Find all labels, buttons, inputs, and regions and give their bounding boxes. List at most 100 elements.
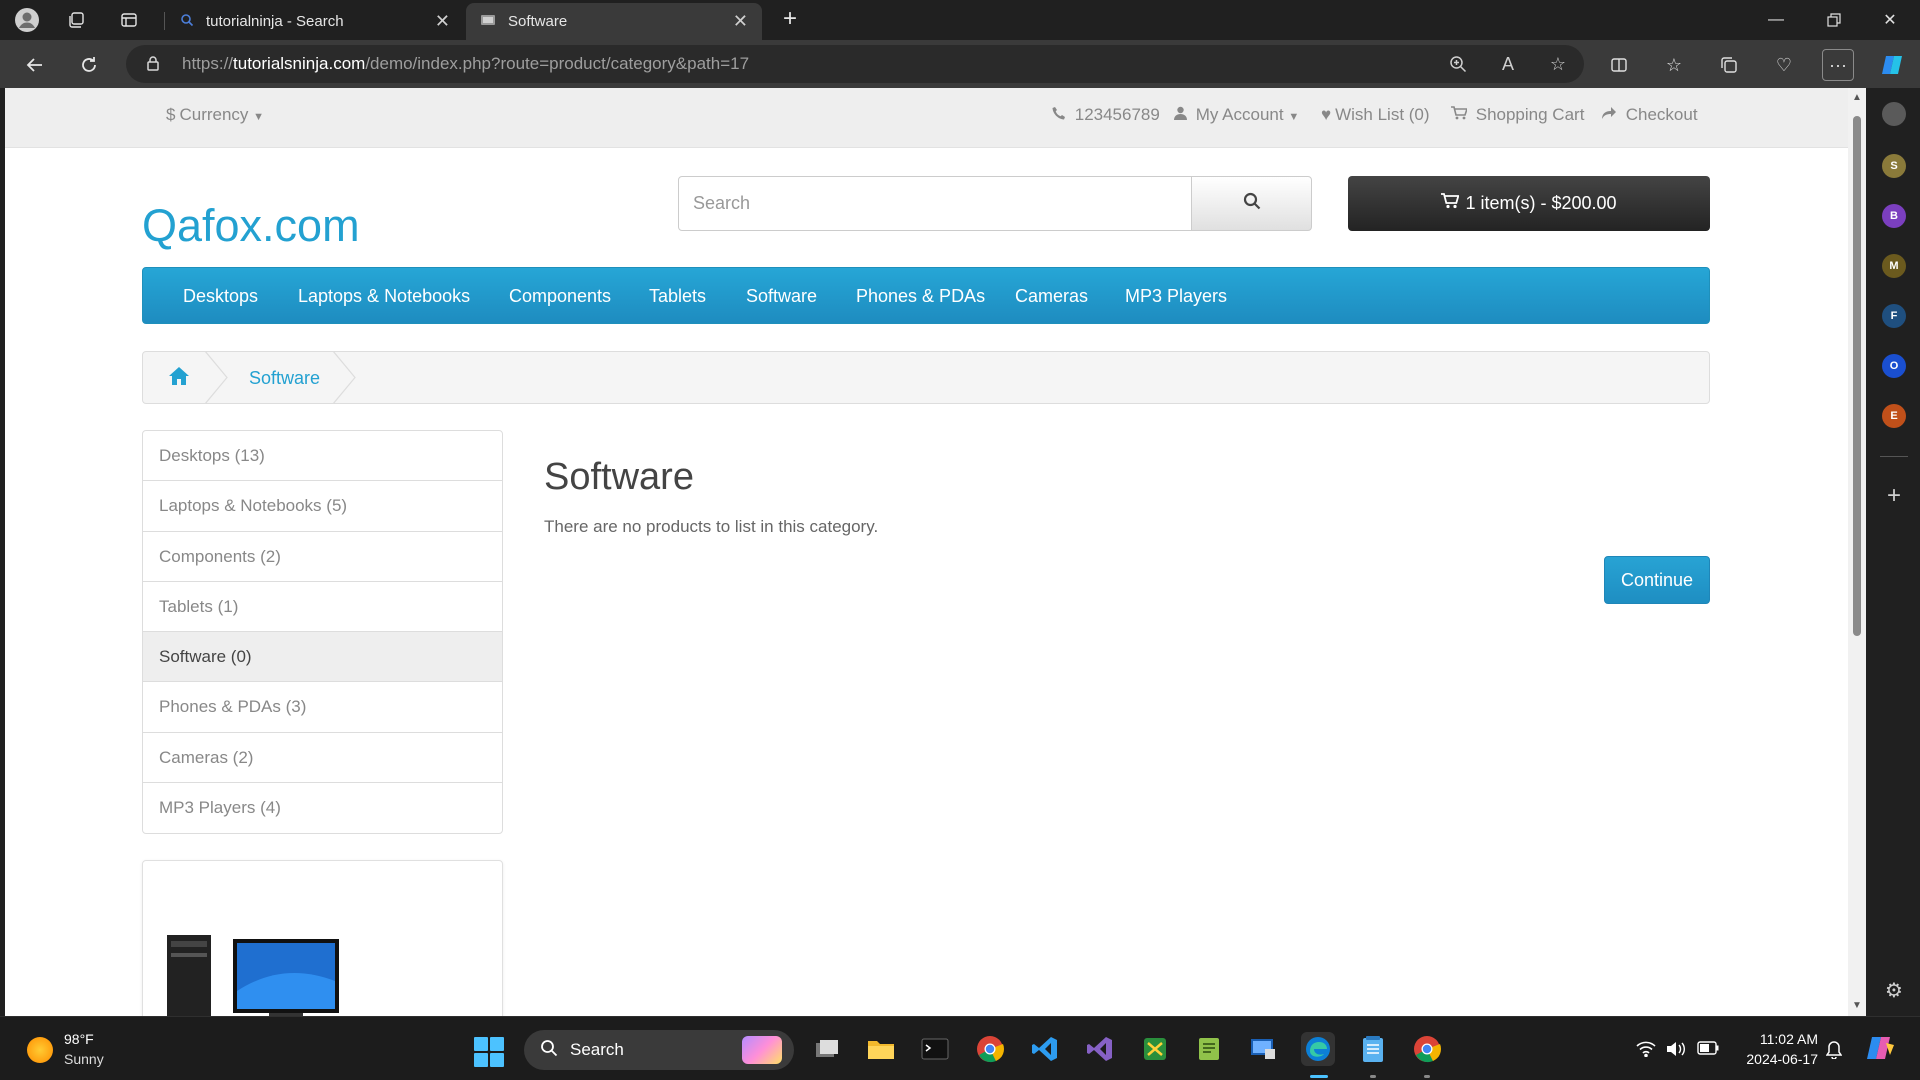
category-mp3[interactable]: MP3 Players (4) — [143, 783, 502, 833]
browser-essentials-icon[interactable]: ♡ — [1768, 49, 1800, 81]
lock-icon[interactable] — [146, 55, 162, 74]
start-button[interactable] — [474, 1037, 504, 1067]
category-list: Desktops (13) Laptops & Notebooks (5) Co… — [142, 430, 503, 835]
sidebar-app-o[interactable]: O — [1882, 354, 1906, 378]
url-field[interactable]: https://tutorialsninja.com/demo/index.ph… — [126, 45, 1584, 83]
store-logo[interactable]: Qafox.com — [142, 200, 360, 252]
read-aloud-icon[interactable]: A — [1495, 51, 1521, 77]
sidebar-app-e[interactable]: E — [1882, 404, 1906, 428]
visual-studio-icon[interactable] — [1083, 1032, 1117, 1066]
task-view-icon[interactable] — [810, 1032, 844, 1066]
menu-item-cameras[interactable]: Cameras — [1015, 286, 1088, 307]
edge-icon[interactable] — [1301, 1032, 1335, 1066]
chrome-dev-icon[interactable] — [1410, 1032, 1444, 1066]
continue-button[interactable]: Continue — [1604, 556, 1710, 604]
weather-description[interactable]: Sunny — [64, 1051, 104, 1067]
remote-desktop-icon[interactable] — [1246, 1032, 1280, 1066]
sidebar-settings-icon[interactable]: ⚙ — [1880, 978, 1908, 1003]
sidebar-app-f[interactable]: F — [1882, 304, 1906, 328]
menu-item-desktops[interactable]: Desktops — [183, 286, 258, 307]
volume-icon[interactable] — [1666, 1041, 1686, 1062]
refresh-icon[interactable] — [74, 50, 104, 80]
wish-list-link[interactable]: ♥ Wish List (0) — [1321, 105, 1430, 125]
chrome-icon[interactable] — [973, 1032, 1007, 1066]
home-icon[interactable] — [168, 366, 190, 388]
phone-link[interactable]: 123456789 — [1052, 105, 1160, 125]
menu-item-software[interactable]: Software — [746, 286, 817, 307]
add-sidebar-app-icon[interactable]: + — [1880, 482, 1908, 510]
workspaces-icon[interactable] — [63, 7, 89, 33]
shopping-cart-link[interactable]: Shopping Cart — [1451, 105, 1584, 125]
scroll-down-icon[interactable]: ▼ — [1851, 1000, 1863, 1011]
copilot-icon[interactable] — [1876, 49, 1908, 81]
page-scrollbar[interactable]: ▲ ▼ — [1848, 88, 1866, 1016]
menu-item-laptops[interactable]: Laptops & Notebooks — [298, 286, 470, 307]
category-components[interactable]: Components (2) — [143, 532, 502, 582]
my-account-dropdown[interactable]: My Account ▼ — [1174, 105, 1299, 125]
user-icon — [1174, 105, 1192, 124]
notification-bell-icon[interactable] — [1825, 1041, 1843, 1064]
profile-icon[interactable] — [14, 7, 40, 33]
breadcrumb-software[interactable]: Software — [249, 368, 320, 389]
tab-software[interactable]: Software ✕ — [466, 3, 762, 40]
clock-time[interactable]: 11:02 AM — [1752, 1031, 1818, 1047]
scroll-thumb[interactable] — [1853, 116, 1861, 636]
page-viewport: $ Currency ▼ 123456789 My Account ▼ ♥ Wish… — [5, 88, 1848, 1016]
category-laptops[interactable]: Laptops & Notebooks (5) — [143, 481, 502, 532]
file-explorer-icon[interactable] — [864, 1032, 898, 1066]
notepad-icon[interactable] — [1356, 1032, 1390, 1066]
promo-banner[interactable] — [142, 860, 503, 1016]
collections-icon[interactable] — [1713, 49, 1745, 81]
checkout-label: Checkout — [1625, 105, 1698, 124]
cart-button[interactable]: 1 item(s) - $200.00 — [1348, 176, 1710, 231]
close-tab-icon[interactable]: ✕ — [733, 11, 748, 32]
weather-temperature[interactable]: 98°F — [64, 1031, 94, 1047]
zoom-icon[interactable] — [1445, 51, 1471, 77]
category-tablets[interactable]: Tablets (1) — [143, 582, 502, 633]
sidebar-app-s[interactable]: S — [1882, 154, 1906, 178]
currency-dropdown[interactable]: $ Currency ▼ — [166, 105, 264, 125]
favorites-icon[interactable]: ☆ — [1658, 49, 1690, 81]
more-options-icon[interactable]: ··· — [1822, 49, 1854, 81]
battery-icon[interactable] — [1697, 1041, 1719, 1060]
category-phones[interactable]: Phones & PDAs (3) — [143, 682, 502, 733]
category-cameras[interactable]: Cameras (2) — [143, 733, 502, 784]
minimize-icon[interactable]: — — [1749, 0, 1803, 40]
vscode-icon[interactable] — [1028, 1032, 1062, 1066]
sidebar-app-m[interactable]: M — [1882, 254, 1906, 278]
menu-item-tablets[interactable]: Tablets — [649, 286, 706, 307]
category-software[interactable]: Software (0) — [143, 632, 502, 683]
caret-down-icon: ▼ — [253, 111, 265, 123]
vertical-tabs-icon[interactable] — [116, 7, 142, 33]
search-sidebar-icon[interactable] — [1882, 102, 1906, 126]
split-screen-icon[interactable] — [1603, 49, 1635, 81]
store-topbar: $ Currency ▼ 123456789 My Account ▼ ♥ Wish… — [5, 88, 1848, 148]
checkout-link[interactable]: Checkout — [1601, 105, 1698, 125]
tab-search[interactable]: tutorialninja - Search ✕ — [166, 3, 464, 40]
menu-item-phones[interactable]: Phones & PDAs — [856, 286, 985, 307]
new-tab-button[interactable]: + — [776, 6, 804, 34]
copilot-taskbar-icon[interactable] — [1866, 1033, 1896, 1068]
restore-icon[interactable] — [1807, 0, 1861, 40]
clock-date[interactable]: 2024-06-17 — [1736, 1051, 1818, 1067]
terminal-icon[interactable] — [918, 1032, 952, 1066]
back-icon[interactable] — [20, 50, 50, 80]
search-button[interactable] — [1191, 176, 1312, 231]
close-tab-icon[interactable]: ✕ — [435, 11, 450, 32]
wifi-icon[interactable] — [1636, 1041, 1656, 1062]
sidebar-app-b[interactable]: B — [1882, 204, 1906, 228]
category-desktops[interactable]: Desktops (13) — [143, 431, 502, 482]
search-input[interactable] — [678, 176, 1192, 231]
menu-item-mp3[interactable]: MP3 Players — [1125, 286, 1227, 307]
empty-category-message: There are no products to list in this ca… — [544, 517, 879, 536]
favorite-star-icon[interactable]: ☆ — [1545, 51, 1571, 77]
menu-item-components[interactable]: Components — [509, 286, 611, 307]
snip-tool-icon[interactable] — [1138, 1032, 1172, 1066]
notepad-plus-icon[interactable] — [1192, 1032, 1226, 1066]
scroll-up-icon[interactable]: ▲ — [1851, 92, 1863, 103]
running-app-indicator — [1424, 1075, 1430, 1078]
close-window-icon[interactable]: ✕ — [1863, 0, 1917, 40]
url-text[interactable]: https://tutorialsninja.com/demo/index.ph… — [182, 54, 749, 74]
weather-sun-icon[interactable] — [27, 1037, 53, 1063]
taskbar-search[interactable]: Search — [524, 1030, 794, 1070]
